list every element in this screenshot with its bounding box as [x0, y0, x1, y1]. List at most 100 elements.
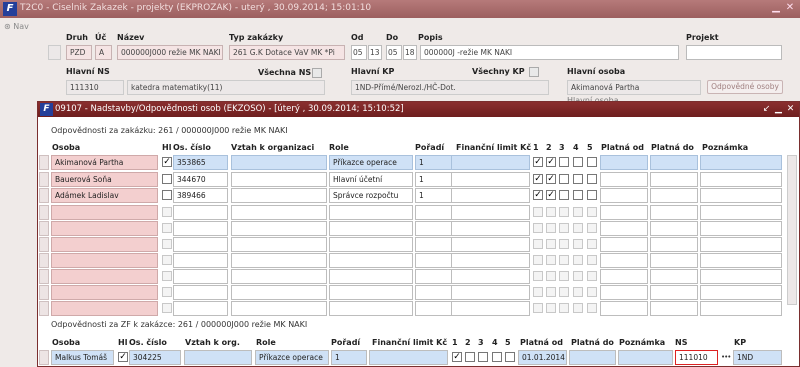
empty-cell[interactable]: [650, 205, 698, 220]
vsechna-ns-checkbox[interactable]: [312, 68, 322, 78]
empty-checkbox[interactable]: [162, 271, 172, 281]
empty-cell[interactable]: [415, 285, 453, 300]
empty-checkbox[interactable]: [573, 223, 583, 233]
row-header[interactable]: [39, 350, 49, 365]
os-cislo-cell[interactable]: 353865: [173, 155, 228, 170]
empty-cell[interactable]: [451, 205, 530, 220]
empty-checkbox[interactable]: [573, 207, 583, 217]
empty-cell[interactable]: [600, 253, 648, 268]
poznamka-cell[interactable]: [700, 155, 782, 170]
osoba-cell[interactable]: Malkus Tomáš: [51, 350, 114, 365]
empty-cell[interactable]: [51, 301, 158, 316]
osoba-cell[interactable]: Bauerová Soňa: [51, 172, 158, 187]
hl-checkbox[interactable]: [162, 174, 172, 184]
empty-checkbox[interactable]: [559, 255, 569, 265]
c5-checkbox[interactable]: [505, 352, 515, 362]
record-selector[interactable]: [48, 45, 61, 60]
vsechny-kp-checkbox[interactable]: [529, 67, 539, 77]
empty-cell[interactable]: [451, 301, 530, 316]
hl-checkbox[interactable]: ✓: [162, 157, 172, 167]
empty-checkbox[interactable]: [587, 239, 597, 249]
empty-cell[interactable]: [700, 285, 782, 300]
role-cell[interactable]: Správce rozpočtu: [329, 188, 413, 203]
empty-cell[interactable]: [650, 221, 698, 236]
empty-cell[interactable]: [415, 221, 453, 236]
restore-icon[interactable]: ↙: [761, 103, 772, 115]
limit-cell[interactable]: [451, 188, 530, 203]
empty-cell[interactable]: [451, 237, 530, 252]
empty-cell[interactable]: [415, 253, 453, 268]
od-month-field[interactable]: 05: [351, 45, 367, 60]
vztah-cell[interactable]: [231, 155, 327, 170]
empty-checkbox[interactable]: [573, 255, 583, 265]
empty-checkbox[interactable]: [573, 303, 583, 313]
druh-field[interactable]: PZD: [66, 45, 92, 60]
empty-cell[interactable]: [231, 205, 327, 220]
c1-checkbox[interactable]: ✓: [533, 157, 543, 167]
minimize-icon[interactable]: ▁: [773, 103, 784, 115]
empty-cell[interactable]: [231, 237, 327, 252]
hlavni-ns-name-field[interactable]: katedra matematiky(11): [127, 80, 325, 95]
do-year-field[interactable]: 18: [403, 45, 417, 60]
empty-checkbox[interactable]: [559, 287, 569, 297]
platna-od-cell[interactable]: 01.01.2014: [518, 350, 567, 365]
empty-cell[interactable]: [451, 221, 530, 236]
uc-field[interactable]: A: [95, 45, 112, 60]
empty-cell[interactable]: [173, 285, 228, 300]
empty-checkbox[interactable]: [546, 223, 556, 233]
empty-checkbox[interactable]: [546, 303, 556, 313]
empty-checkbox[interactable]: [546, 255, 556, 265]
empty-cell[interactable]: [700, 269, 782, 284]
row-header[interactable]: [39, 205, 49, 220]
c1-checkbox[interactable]: ✓: [533, 190, 543, 200]
row-header[interactable]: [39, 188, 49, 203]
empty-checkbox[interactable]: [533, 271, 543, 281]
limit-cell[interactable]: [451, 155, 530, 170]
empty-cell[interactable]: [51, 237, 158, 252]
platna-do-cell[interactable]: [569, 350, 616, 365]
empty-cell[interactable]: [600, 205, 648, 220]
role-cell[interactable]: Hlavní účetní: [329, 172, 413, 187]
row-header[interactable]: [39, 237, 49, 252]
empty-cell[interactable]: [600, 301, 648, 316]
empty-cell[interactable]: [415, 237, 453, 252]
empty-checkbox[interactable]: [533, 255, 543, 265]
os-cislo-cell[interactable]: 344670: [173, 172, 228, 187]
poradi-cell[interactable]: 1: [415, 172, 453, 187]
c4-checkbox[interactable]: [492, 352, 502, 362]
empty-cell[interactable]: [700, 253, 782, 268]
platna-od-cell[interactable]: [600, 155, 648, 170]
c2-checkbox[interactable]: ✓: [546, 174, 556, 184]
c4-checkbox[interactable]: [573, 174, 583, 184]
empty-cell[interactable]: [173, 221, 228, 236]
empty-checkbox[interactable]: [162, 207, 172, 217]
empty-cell[interactable]: [329, 253, 413, 268]
grid1-scrollbar[interactable]: [787, 155, 797, 305]
empty-cell[interactable]: [329, 205, 413, 220]
platna-do-cell[interactable]: [650, 188, 698, 203]
hlavni-kp-field[interactable]: 1ND-Přímé/Nerozl./HČ-Dot.: [351, 80, 549, 95]
empty-cell[interactable]: [415, 205, 453, 220]
empty-cell[interactable]: [600, 237, 648, 252]
c4-checkbox[interactable]: [573, 190, 583, 200]
c2-checkbox[interactable]: ✓: [546, 190, 556, 200]
empty-cell[interactable]: [700, 301, 782, 316]
nazev-field[interactable]: 000000J000 režie MK NAKI: [117, 45, 223, 60]
empty-cell[interactable]: [51, 269, 158, 284]
c3-checkbox[interactable]: [559, 190, 569, 200]
empty-checkbox[interactable]: [533, 223, 543, 233]
empty-checkbox[interactable]: [533, 287, 543, 297]
empty-checkbox[interactable]: [573, 239, 583, 249]
empty-cell[interactable]: [329, 221, 413, 236]
empty-cell[interactable]: [173, 237, 228, 252]
empty-cell[interactable]: [231, 253, 327, 268]
empty-cell[interactable]: [700, 221, 782, 236]
empty-cell[interactable]: [329, 269, 413, 284]
empty-checkbox[interactable]: [533, 207, 543, 217]
empty-cell[interactable]: [415, 301, 453, 316]
row-header[interactable]: [39, 221, 49, 236]
ns-lookup-icon[interactable]: •••: [721, 353, 731, 361]
c5-checkbox[interactable]: [587, 174, 597, 184]
empty-cell[interactable]: [231, 221, 327, 236]
poradi-cell[interactable]: 1: [331, 350, 367, 365]
